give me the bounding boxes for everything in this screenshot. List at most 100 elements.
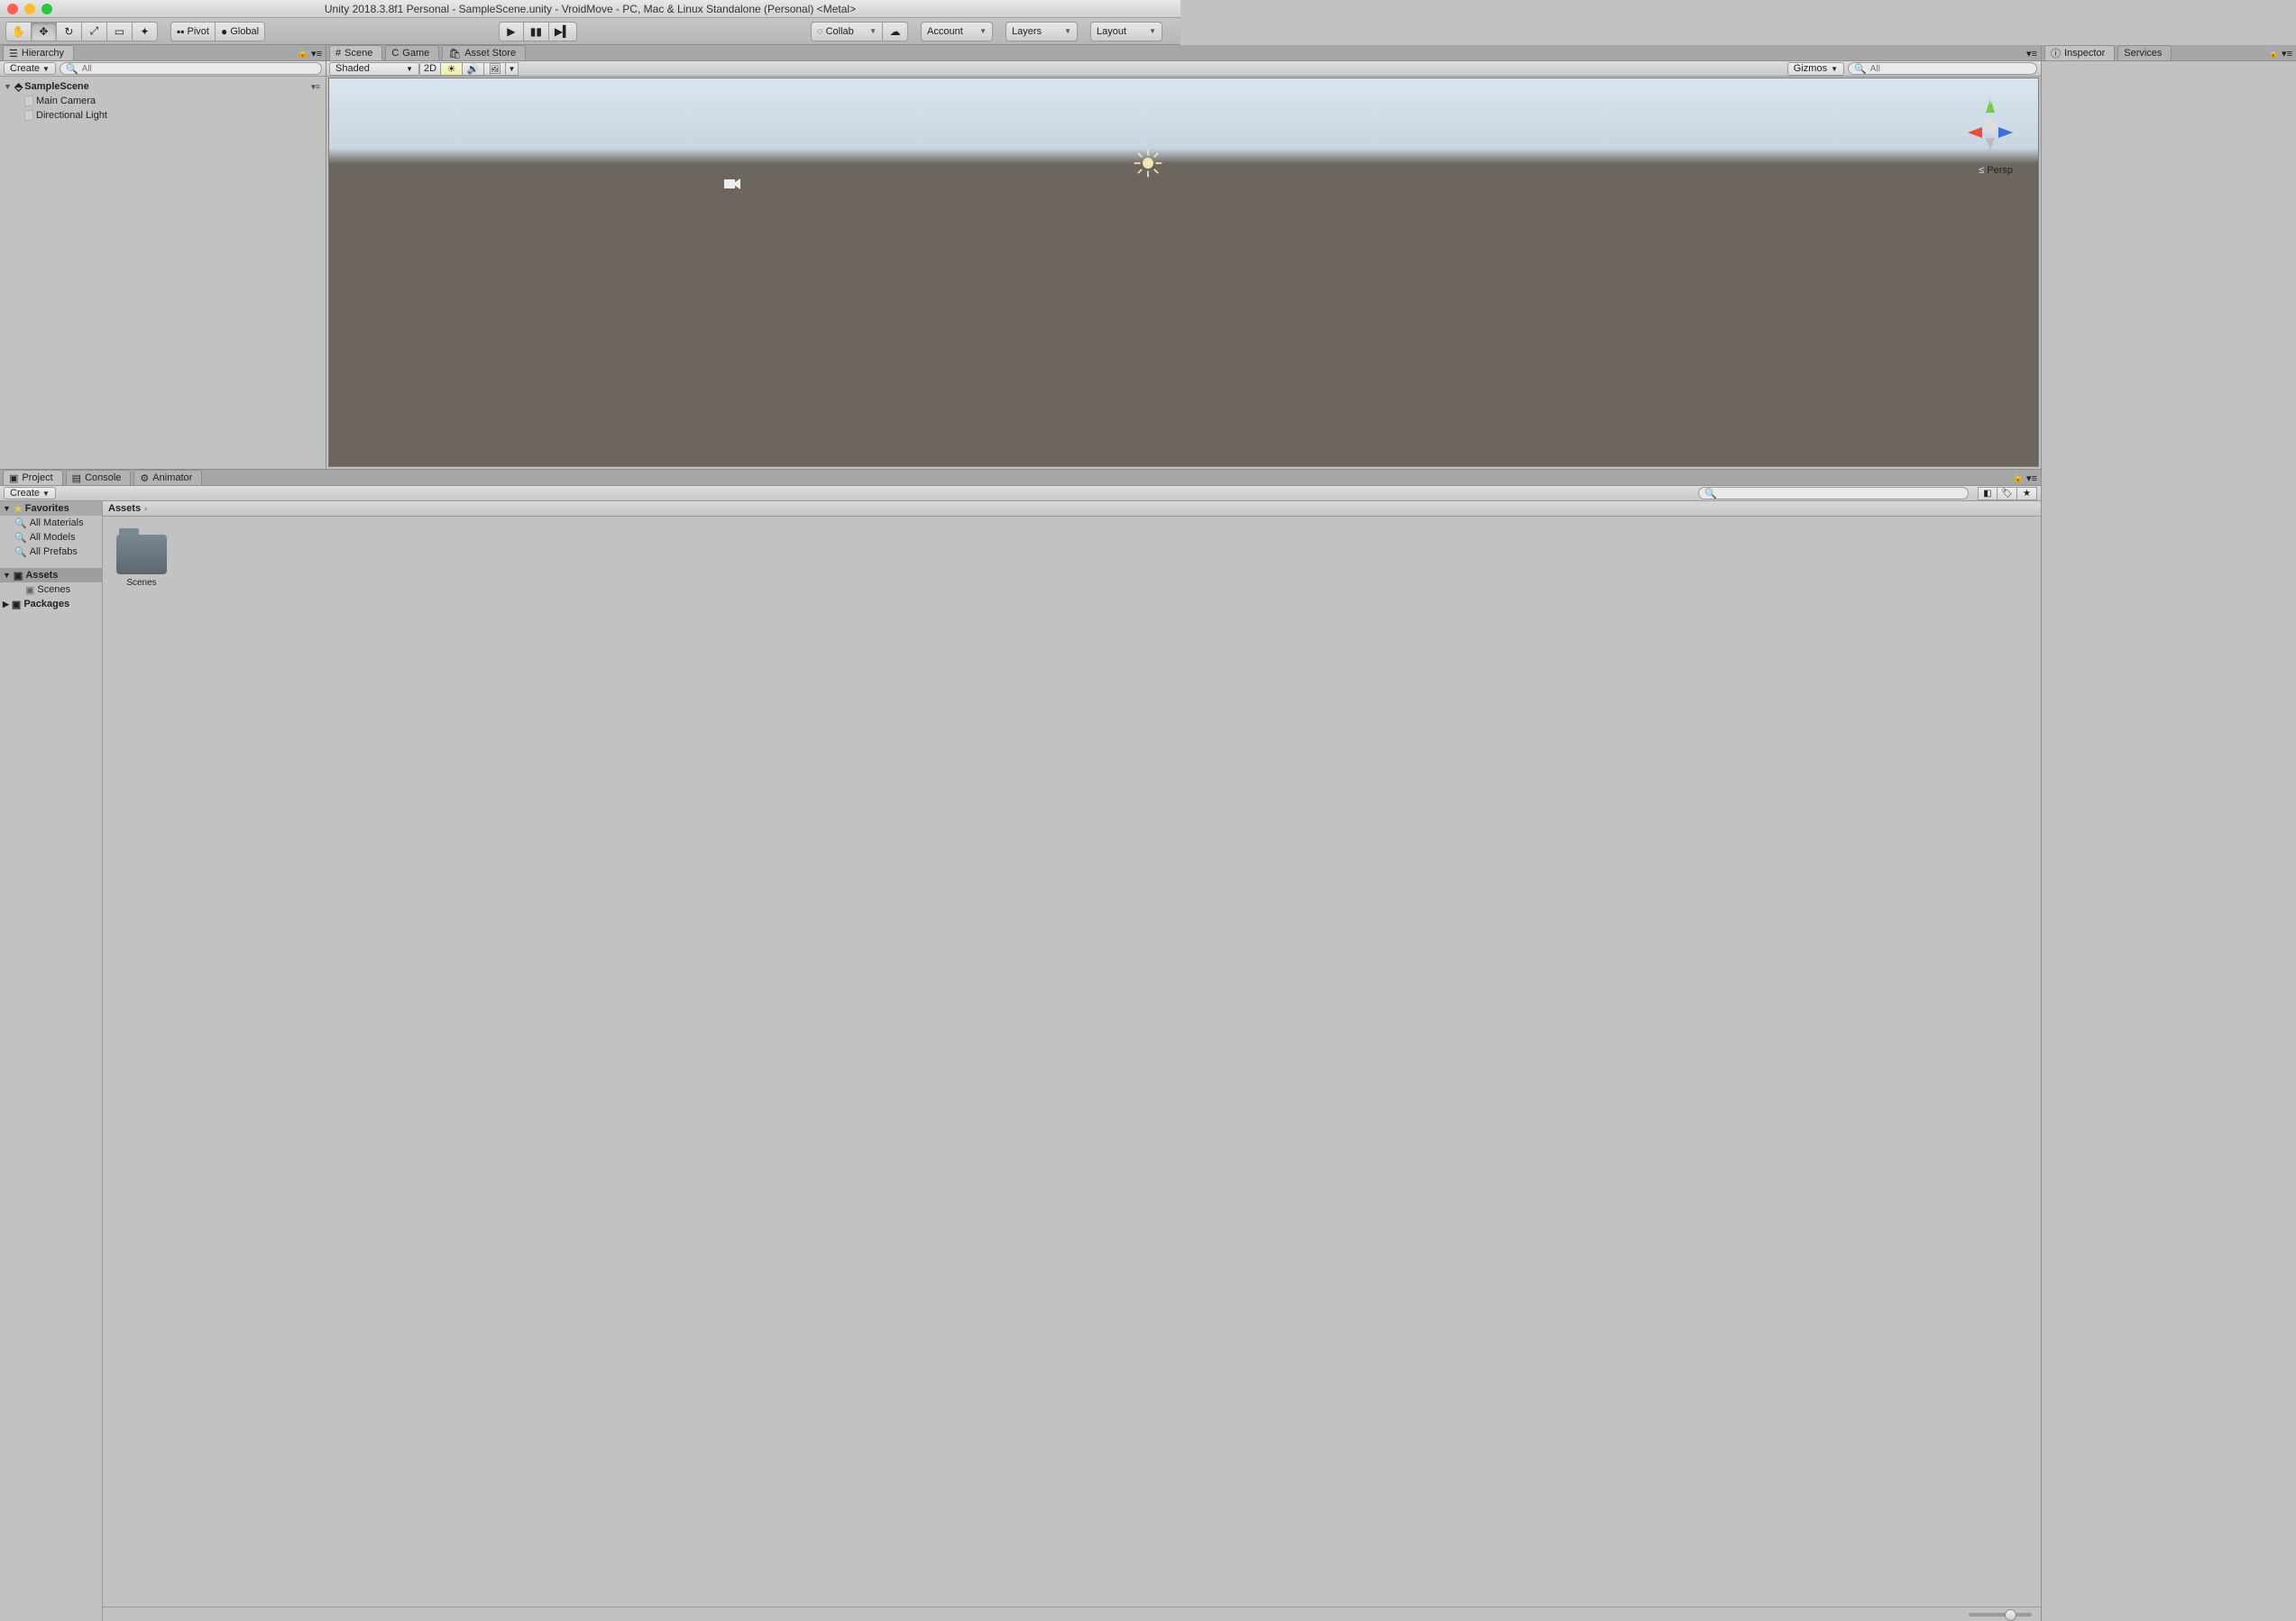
chevron-down-icon: ▼ (406, 65, 413, 73)
assets-header[interactable]: ▼▣Assets (0, 568, 102, 582)
tab-inspector[interactable]: ⓘInspector (2044, 45, 2115, 60)
account-dropdown[interactable]: Account▼ (921, 22, 993, 41)
search-icon: 🔍 (1704, 488, 1717, 499)
cloud-button[interactable]: ☁ (883, 22, 908, 41)
step-button[interactable]: ▶▍ (549, 22, 577, 41)
gameobject-row[interactable]: Directional Light (0, 108, 326, 123)
scene-menu-icon[interactable]: ▾≡ (311, 82, 320, 92)
scale-tool-button[interactable]: ⤢ (82, 22, 107, 41)
pause-icon: ▮▮ (530, 25, 542, 38)
scene-panel: #Scene CGame 🛍Asset Store ▾≡ Shaded▼ 2D … (326, 45, 2041, 469)
hand-icon: ✋ (12, 25, 25, 38)
shading-dropdown[interactable]: Shaded▼ (329, 62, 419, 76)
layout-dropdown[interactable]: Layout▼ (1090, 22, 1162, 41)
project-toolbar: Create▼ 🔍 ◧ 🏷 ★ (0, 486, 2041, 501)
camera-gizmo[interactable] (722, 176, 744, 197)
project-panel: ▣Project ▤Console ⚙Animator 🔒▾≡ Create▼ … (0, 469, 2041, 1621)
transform-tool-button[interactable]: ✦ (133, 22, 158, 41)
layout-label: Layout (1097, 26, 1126, 37)
lock-icon[interactable]: 🔒 (2013, 473, 2024, 483)
rotate-tool-button[interactable]: ↻ (57, 22, 82, 41)
project-search[interactable]: 🔍 (1698, 487, 1969, 499)
maximize-icon[interactable] (41, 4, 52, 14)
create-dropdown[interactable]: Create▼ (4, 62, 56, 75)
tab-project[interactable]: ▣Project (3, 470, 63, 485)
scene-viewport[interactable]: x y z ≤ Persp (328, 78, 2039, 467)
tab-services[interactable]: Services (2117, 45, 2172, 60)
fx-dropdown[interactable]: ▼ (506, 62, 519, 76)
breadcrumb[interactable]: Assets› (103, 501, 2041, 517)
tab-console[interactable]: ▤Console (66, 470, 132, 485)
save-search-button[interactable]: ★ (2017, 487, 2037, 500)
filter-by-label-button[interactable]: 🏷 (1998, 487, 2017, 500)
layers-dropdown[interactable]: Layers▼ (1006, 22, 1078, 41)
projection-label[interactable]: ≤ Persp (1979, 165, 2013, 176)
chevron-right-icon: › (144, 504, 147, 513)
hand-tool-button[interactable]: ✋ (5, 22, 32, 41)
chevron-down-icon: ▼ (3, 504, 11, 513)
hierarchy-search[interactable]: 🔍 (60, 62, 322, 75)
orientation-gizmo[interactable]: x y z (1959, 95, 2022, 158)
collab-label: Collab (826, 26, 854, 37)
lighting-toggle[interactable]: ☀ (441, 62, 463, 76)
tab-game[interactable]: CGame (385, 45, 439, 60)
titlebar: Unity 2018.3.8f1 Personal - SampleScene.… (0, 0, 1180, 18)
pause-button[interactable]: ▮▮ (524, 22, 549, 41)
close-icon[interactable] (7, 4, 18, 14)
assets-child[interactable]: ▣Scenes (0, 582, 102, 597)
favorite-item[interactable]: 🔍All Models (0, 530, 102, 545)
fx-toggle[interactable]: 🖼 (484, 62, 506, 76)
axis-x-label: x (1962, 127, 1968, 138)
window-controls (7, 4, 52, 14)
favorite-item[interactable]: 🔍All Prefabs (0, 545, 102, 559)
collab-button[interactable]: ◌ Collab▼ (811, 22, 883, 41)
minimize-icon[interactable] (24, 4, 35, 14)
grid-size-slider[interactable] (1969, 1613, 2032, 1616)
pivot-label: Pivot (188, 26, 209, 37)
create-dropdown[interactable]: Create▼ (4, 487, 56, 499)
lock-icon[interactable]: 🔒 (298, 49, 308, 59)
move-tool-button[interactable]: ✥ (32, 22, 57, 41)
info-icon: ⓘ (2051, 46, 2061, 60)
gizmos-dropdown[interactable]: Gizmos▼ (1787, 62, 1844, 76)
hierarchy-search-input[interactable] (82, 64, 316, 74)
folder-icon (116, 535, 167, 574)
folder-icon: ▣ (12, 599, 21, 610)
scene-row[interactable]: ▼ ⬘ SampleScene ▾≡ (0, 79, 326, 94)
store-icon: 🛍 (448, 48, 461, 60)
search-icon: 🔍 (1854, 63, 1867, 75)
audio-toggle[interactable]: 🔊 (463, 62, 484, 76)
lock-icon[interactable]: 🔒 (2268, 49, 2279, 59)
panel-menu-icon[interactable]: ▾≡ (2026, 472, 2037, 484)
project-search-input[interactable] (1721, 489, 1962, 499)
mode-2d-toggle[interactable]: 2D (419, 62, 441, 76)
filter-by-type-button[interactable]: ◧ (1978, 487, 1998, 500)
chevron-down-icon[interactable]: ▼ (4, 82, 13, 91)
packages-header[interactable]: ▶▣Packages (0, 597, 102, 611)
assets-label: Assets (25, 570, 58, 581)
tab-animator[interactable]: ⚙Animator (133, 470, 202, 485)
scene-search[interactable]: 🔍 (1848, 62, 2037, 75)
project-content: Assets› Scenes (103, 501, 2041, 1621)
rect-tool-button[interactable]: ▭ (107, 22, 133, 41)
panel-menu-icon[interactable]: ▾≡ (2282, 48, 2292, 60)
pivot-button[interactable]: ▪▪ Pivot (170, 22, 216, 41)
panel-menu-icon[interactable]: ▾≡ (311, 48, 322, 60)
gameobject-row[interactable]: Main Camera (0, 94, 326, 108)
global-button[interactable]: ● Global (216, 22, 265, 41)
tab-asset-store[interactable]: 🛍Asset Store (442, 45, 526, 60)
panel-menu-icon[interactable]: ▾≡ (2026, 48, 2037, 60)
tab-hierarchy[interactable]: ☰Hierarchy (3, 45, 74, 60)
project-tree: ▼★Favorites 🔍All Materials 🔍All Models 🔍… (0, 501, 103, 1621)
game-icon: C (391, 48, 399, 59)
light-gizmo[interactable] (1133, 148, 1163, 179)
gameobject-label: Main Camera (36, 96, 96, 106)
scene-search-input[interactable] (1870, 64, 2031, 74)
asset-grid[interactable]: Scenes (103, 517, 2041, 1607)
pivot-icon: ▪▪ (177, 25, 185, 38)
favorites-header[interactable]: ▼★Favorites (0, 501, 102, 516)
asset-item[interactable]: Scenes (114, 527, 170, 588)
tab-scene[interactable]: #Scene (329, 45, 382, 60)
play-button[interactable]: ▶ (499, 22, 524, 41)
favorite-item[interactable]: 🔍All Materials (0, 516, 102, 530)
